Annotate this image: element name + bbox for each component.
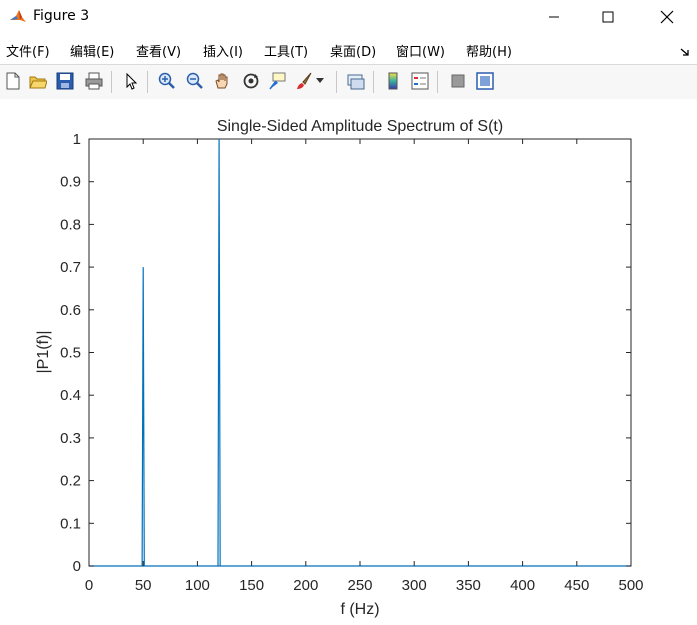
menu-window[interactable]: 窗口(W) (396, 41, 445, 60)
hide-plot-tools-icon[interactable] (447, 70, 469, 92)
toolbar-separator (336, 71, 337, 93)
legend-icon[interactable] (409, 70, 431, 92)
print-icon[interactable] (83, 70, 105, 92)
y-tick-label: 0.8 (60, 216, 81, 233)
chart-title: Single-Sided Amplitude Spectrum of S(t) (217, 118, 503, 135)
x-tick-label: 450 (564, 577, 589, 594)
show-plot-tools-icon[interactable] (474, 70, 496, 92)
title-bar: Figure 3 (0, 0, 697, 34)
toolbar-separator (437, 71, 438, 93)
x-tick-label: 150 (239, 577, 264, 594)
maximize-button[interactable] (585, 0, 631, 34)
y-tick-label: 0.6 (60, 302, 81, 319)
minimize-icon (549, 16, 559, 18)
menu-insert[interactable]: 插入(I) (203, 41, 243, 60)
zoom-out-icon[interactable] (184, 70, 206, 92)
y-tick-label: 0.7 (60, 259, 81, 276)
x-tick-label: 200 (293, 577, 318, 594)
zoom-in-icon[interactable] (156, 70, 178, 92)
figure-toolbar (0, 64, 697, 100)
x-tick-label: 250 (347, 577, 372, 594)
menu-help[interactable]: 帮助(H) (466, 41, 512, 60)
dock-arrow-icon[interactable] (679, 43, 691, 56)
pan-hand-icon[interactable] (211, 70, 233, 92)
menu-view[interactable]: 查看(V) (136, 41, 181, 60)
close-icon (660, 10, 674, 24)
toolbar-separator (373, 71, 374, 93)
x-tick-label: 350 (456, 577, 481, 594)
window-title: Figure 3 (33, 8, 90, 24)
menu-tools[interactable]: 工具(T) (264, 41, 308, 60)
y-tick-label: 0.3 (60, 430, 81, 447)
brush-dropdown-icon[interactable] (314, 70, 326, 92)
maximize-icon (602, 11, 614, 23)
rotate-3d-icon[interactable] (240, 70, 262, 92)
x-tick-label: 400 (510, 577, 535, 594)
y-tick-label: 0.1 (60, 515, 81, 532)
close-button[interactable] (644, 0, 690, 34)
menu-desktop[interactable]: 桌面(D) (330, 41, 376, 60)
x-tick-label: 500 (618, 577, 643, 594)
toolbar-separator (111, 71, 112, 93)
figure-canvas: 0 50 100 150 200 250 300 350 400 450 500 0 0.1 0.2 0.3… (0, 99, 697, 625)
menu-bar: 文件(F) 编辑(E) 查看(V) 插入(I) 工具(T) 桌面(D) 窗口(W… (0, 34, 697, 64)
spectrum-chart[interactable]: 0 50 100 150 200 250 300 350 400 450 500 0 0.1 0.2 0.3… (0, 99, 697, 625)
link-plot-icon[interactable] (345, 70, 367, 92)
menu-edit[interactable]: 编辑(E) (70, 41, 114, 60)
open-file-icon[interactable] (27, 70, 49, 92)
y-tick-label: 1 (73, 131, 81, 148)
plot-area (88, 138, 632, 567)
x-tick-label: 100 (185, 577, 210, 594)
data-cursor-icon[interactable] (266, 70, 288, 92)
new-figure-icon[interactable] (2, 70, 24, 92)
y-tick-label: 0.2 (60, 473, 81, 490)
y-tick-label: 0.4 (60, 387, 81, 404)
toolbar-separator (147, 71, 148, 93)
y-tick-label: 0.5 (60, 345, 81, 362)
brush-icon[interactable] (293, 70, 315, 92)
minimize-button[interactable] (531, 0, 577, 34)
y-axis-label: |P1(f)| (35, 331, 52, 374)
menu-file[interactable]: 文件(F) (6, 41, 50, 60)
x-axis-label: f (Hz) (340, 601, 379, 618)
x-tick-label: 300 (402, 577, 427, 594)
y-tick-label: 0 (73, 558, 81, 575)
x-tick-label: 50 (135, 577, 152, 594)
y-tick-label: 0.9 (60, 174, 81, 191)
select-pointer-icon[interactable] (120, 70, 142, 92)
colorbar-icon[interactable] (382, 70, 404, 92)
matlab-icon (8, 7, 28, 27)
save-icon[interactable] (54, 70, 76, 92)
x-tick-label: 0 (85, 577, 93, 594)
